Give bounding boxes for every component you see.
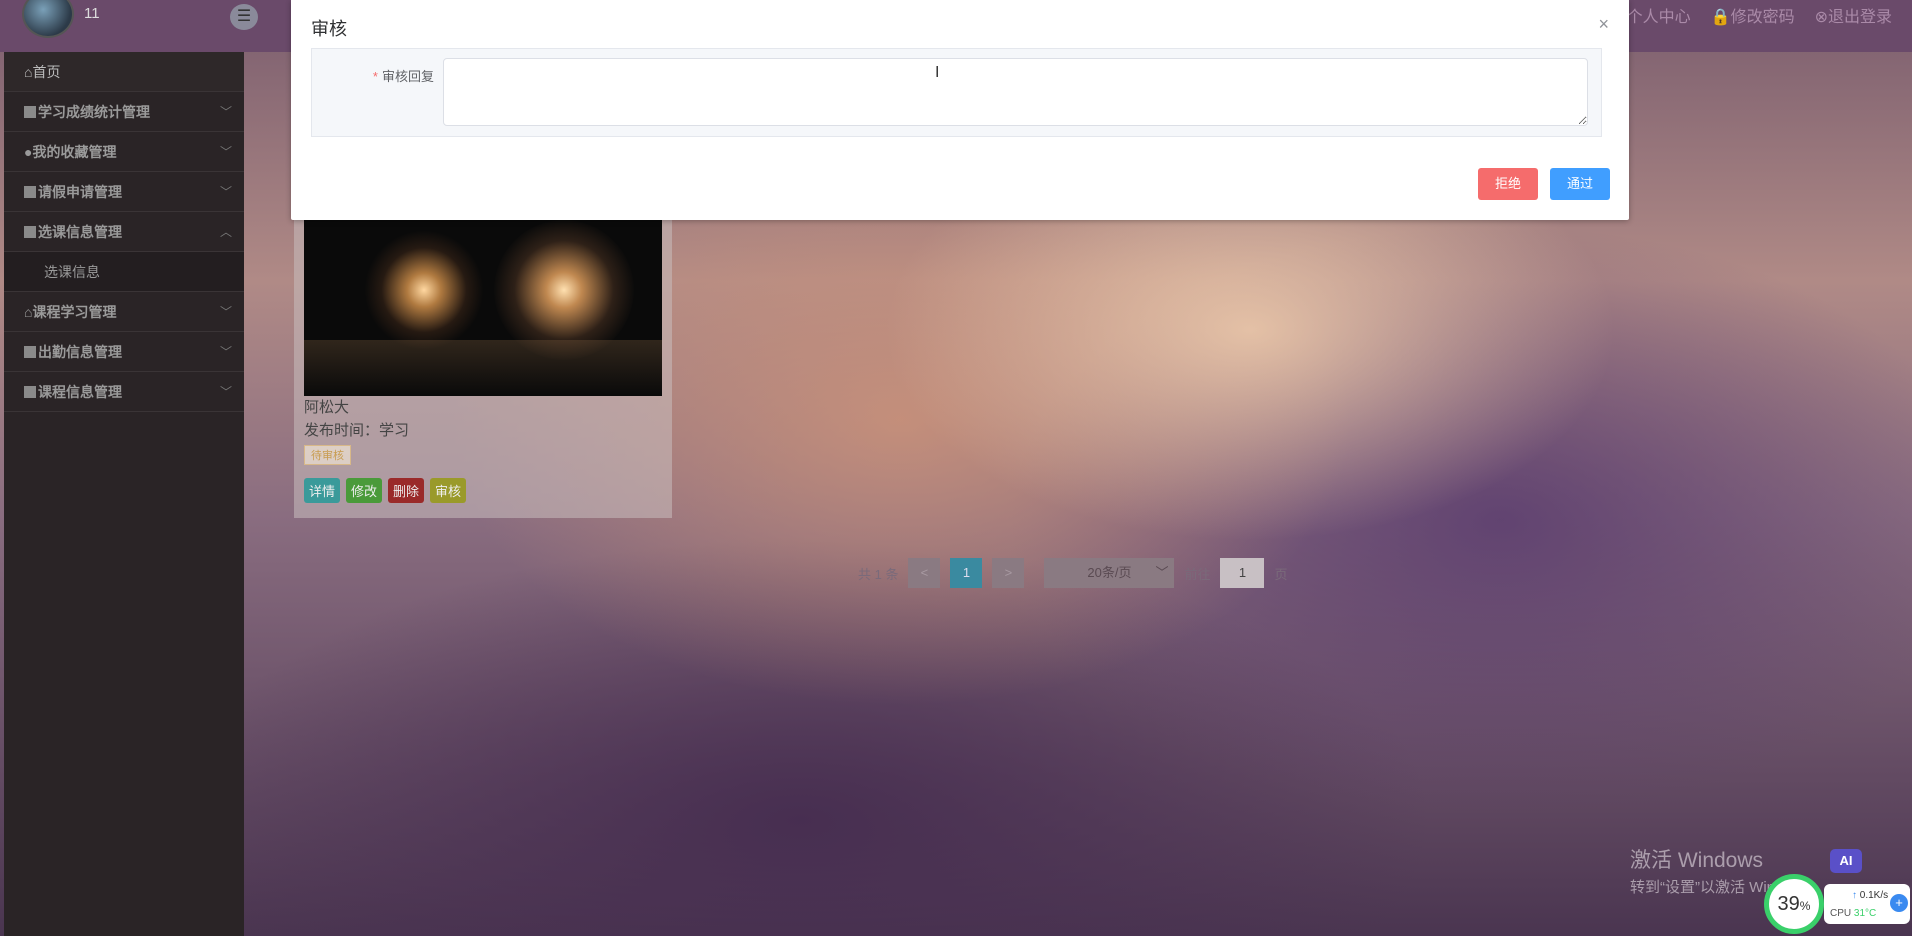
close-icon[interactable]: × xyxy=(1598,14,1609,35)
audit-form: * 审核回复 xyxy=(311,48,1602,137)
text-cursor-icon: I xyxy=(935,64,940,81)
audit-reply-label: * 审核回复 xyxy=(372,69,434,84)
audit-reply-input[interactable] xyxy=(443,58,1588,126)
pass-button[interactable]: 通过 xyxy=(1550,168,1610,200)
audit-dialog: 审核 × * 审核回复 I 拒绝 通过 xyxy=(291,0,1629,220)
dialog-title: 审核 xyxy=(311,19,347,39)
required-star: * xyxy=(372,69,378,84)
reject-button[interactable]: 拒绝 xyxy=(1478,168,1538,200)
